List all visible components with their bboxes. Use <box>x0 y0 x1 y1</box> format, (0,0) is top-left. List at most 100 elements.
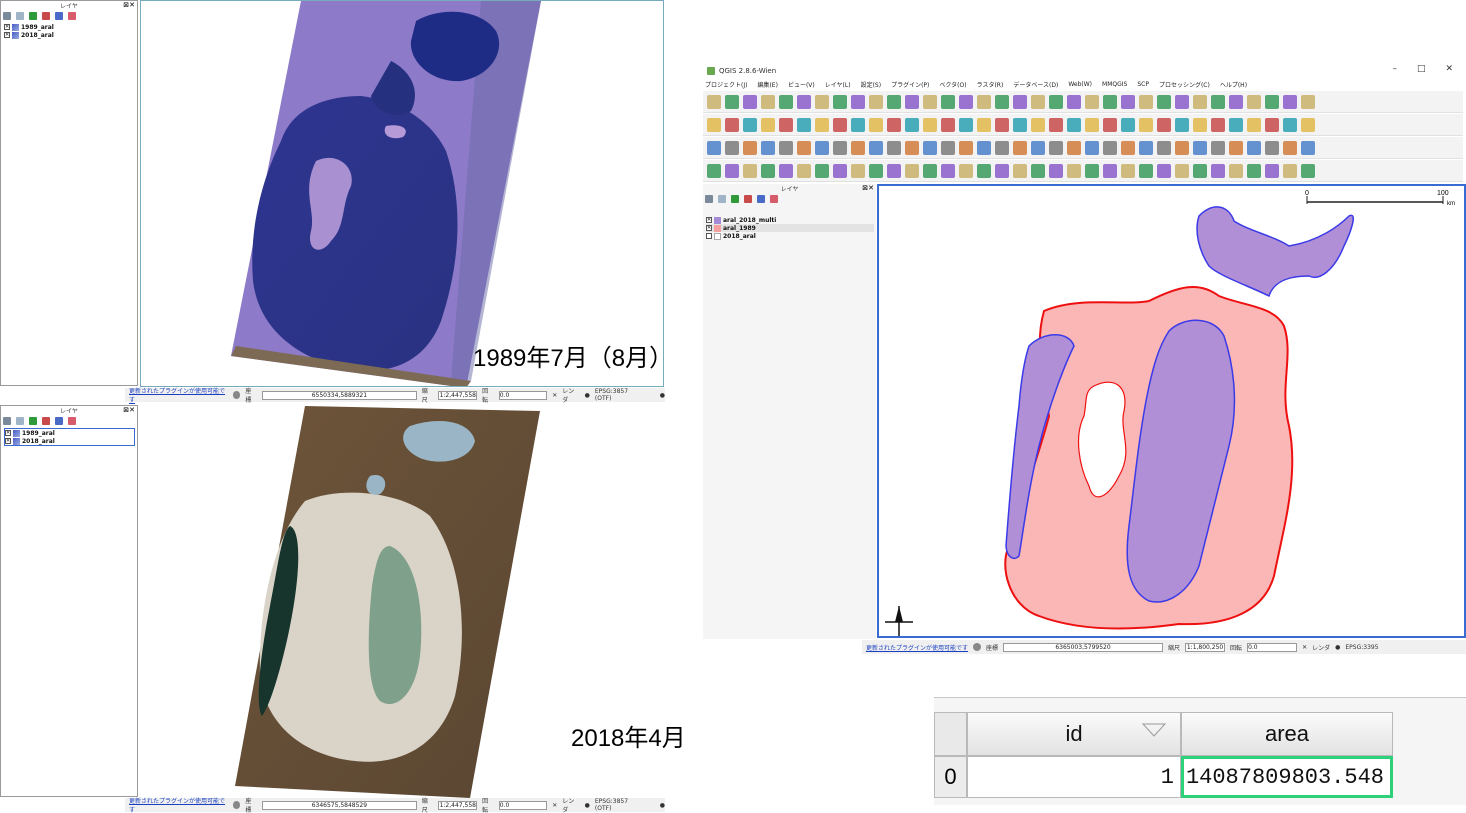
toolbar-tool-icon[interactable] <box>959 163 973 178</box>
rotation-field[interactable]: 0.0 <box>1247 642 1298 652</box>
filter-icon[interactable] <box>29 417 37 425</box>
maximize-button[interactable]: □ <box>1417 64 1426 74</box>
layer-checkbox[interactable]: ✕ <box>706 225 712 231</box>
toolbar-tool-icon[interactable] <box>1103 117 1117 132</box>
minimize-button[interactable]: – <box>1392 64 1397 74</box>
toolbar-tool-icon[interactable] <box>1211 140 1225 155</box>
scale-field[interactable]: 1:1,800,250 <box>1185 642 1226 652</box>
toolbar-tool-icon[interactable] <box>1247 140 1261 155</box>
scale-field[interactable]: 1:2,447,558 <box>438 800 478 810</box>
toolbar-tool-icon[interactable] <box>815 140 829 155</box>
toolbar-tool-icon[interactable] <box>1139 117 1153 132</box>
toolbar-tool-icon[interactable] <box>779 117 793 132</box>
collapse-all-icon[interactable] <box>55 417 63 425</box>
remove-layer-icon[interactable] <box>68 12 76 20</box>
toolbar-tool-icon[interactable] <box>1265 117 1279 132</box>
log-messages-icon[interactable]: ● <box>660 802 665 809</box>
toolbar-tool-icon[interactable] <box>1265 163 1279 178</box>
crs-label[interactable]: EPSG:3395 <box>1345 644 1378 651</box>
toolbar-tool-icon[interactable] <box>1265 94 1279 109</box>
toolbar-tool-icon[interactable] <box>977 163 991 178</box>
toolbar-tool-icon[interactable] <box>1193 163 1207 178</box>
toolbar-tool-icon[interactable] <box>1229 163 1243 178</box>
toolbar-tool-icon[interactable] <box>1193 94 1207 109</box>
collapse-all-icon[interactable] <box>55 12 63 20</box>
menu-settings[interactable]: 設定(S) <box>861 80 882 89</box>
toolbar-tool-icon[interactable] <box>1049 117 1063 132</box>
coordinate-field[interactable]: 6550334,5889321 <box>262 390 417 400</box>
toolbar-tool-icon[interactable] <box>1121 117 1135 132</box>
toolbar-tool-icon[interactable] <box>923 117 937 132</box>
toolbar-tool-icon[interactable] <box>1157 140 1171 155</box>
toolbar-tool-icon[interactable] <box>995 140 1009 155</box>
toolbar-tool-icon[interactable] <box>1049 163 1063 178</box>
toolbar-tool-icon[interactable] <box>1301 163 1315 178</box>
open-layer-styling-icon[interactable] <box>3 12 11 20</box>
render-checkbox[interactable]: ✕ <box>552 802 557 809</box>
coordinate-field[interactable]: 6365003,5799520 <box>1003 642 1164 652</box>
toolbar-tool-icon[interactable] <box>1211 117 1225 132</box>
layer-checkbox[interactable] <box>706 233 712 239</box>
toolbar-tool-icon[interactable] <box>941 117 955 132</box>
layer-checkbox[interactable]: ✕ <box>4 32 10 38</box>
menu-project[interactable]: プロジェクト(J) <box>705 80 747 89</box>
layer-checkbox[interactable]: ✕ <box>5 430 11 436</box>
toolbar-tool-icon[interactable] <box>761 117 775 132</box>
toolbar-tool-icon[interactable] <box>725 163 739 178</box>
toolbar-tool-icon[interactable] <box>995 163 1009 178</box>
toolbar-tool-icon[interactable] <box>707 163 721 178</box>
toolbar-tool-icon[interactable] <box>1301 140 1315 155</box>
toolbar-tool-icon[interactable] <box>923 94 937 109</box>
toolbar-tool-icon[interactable] <box>1301 94 1315 109</box>
toolbar-tool-icon[interactable] <box>1193 140 1207 155</box>
column-header-id[interactable]: id <box>967 712 1181 756</box>
log-messages-icon[interactable]: ● <box>660 392 665 399</box>
toolbar-tool-icon[interactable] <box>959 94 973 109</box>
toolbar-tool-icon[interactable] <box>869 163 883 178</box>
toolbar-tool-icon[interactable] <box>1013 117 1027 132</box>
add-group-icon[interactable] <box>16 417 24 425</box>
collapse-all-icon[interactable] <box>757 195 765 203</box>
menu-database[interactable]: データベース(D) <box>1013 80 1058 89</box>
toolbar-tool-icon[interactable] <box>1067 140 1081 155</box>
toolbar-tool-icon[interactable] <box>1211 94 1225 109</box>
toolbar-tool-icon[interactable] <box>1121 140 1135 155</box>
toolbar-tool-icon[interactable] <box>923 163 937 178</box>
toolbar-tool-icon[interactable] <box>1157 163 1171 178</box>
toolbar-tool-icon[interactable] <box>1121 163 1135 178</box>
toolbar-tool-icon[interactable] <box>1013 163 1027 178</box>
layer-item[interactable]: ✕ aral_2018_multi <box>706 216 874 224</box>
toolbar-tool-icon[interactable] <box>977 117 991 132</box>
toolbar-tool-icon[interactable] <box>1085 140 1099 155</box>
toolbar-tool-icon[interactable] <box>1247 117 1261 132</box>
toolbar-tool-icon[interactable] <box>1139 94 1153 109</box>
toolbar-tool-icon[interactable] <box>1283 163 1297 178</box>
rotation-field[interactable]: 0.0 <box>498 800 548 810</box>
toolbar-tool-icon[interactable] <box>761 163 775 178</box>
toolbar-tool-icon[interactable] <box>1139 163 1153 178</box>
toolbar-tool-icon[interactable] <box>1031 117 1045 132</box>
toolbar-tool-icon[interactable] <box>869 140 883 155</box>
plugin-update-link[interactable]: 更新されたプラグインが使用可能です <box>129 386 228 404</box>
toolbar-tool-icon[interactable] <box>797 117 811 132</box>
open-layer-styling-icon[interactable] <box>705 195 713 203</box>
expand-all-icon[interactable] <box>42 12 50 20</box>
column-header-area[interactable]: area <box>1181 712 1393 756</box>
toolbar-tool-icon[interactable] <box>1265 140 1279 155</box>
toolbar-tool-icon[interactable] <box>977 140 991 155</box>
toolbar-tool-icon[interactable] <box>1067 94 1081 109</box>
toolbar-tool-icon[interactable] <box>941 140 955 155</box>
plugin-update-link[interactable]: 更新されたプラグインが使用可能です <box>129 796 228 813</box>
crs-icon[interactable]: ● <box>585 802 590 809</box>
toolbar-tool-icon[interactable] <box>1103 163 1117 178</box>
open-layer-styling-icon[interactable] <box>3 417 11 425</box>
toolbar-tool-icon[interactable] <box>1175 140 1189 155</box>
toolbar-tool-icon[interactable] <box>725 117 739 132</box>
toolbar-tool-icon[interactable] <box>1031 140 1045 155</box>
toolbar-tool-icon[interactable] <box>833 140 847 155</box>
messages-icon[interactable] <box>232 391 241 399</box>
layer-checkbox[interactable]: ✕ <box>4 24 10 30</box>
add-group-icon[interactable] <box>16 12 24 20</box>
menu-raster[interactable]: ラスタ(R) <box>977 80 1004 89</box>
toolbar-tool-icon[interactable] <box>833 163 847 178</box>
